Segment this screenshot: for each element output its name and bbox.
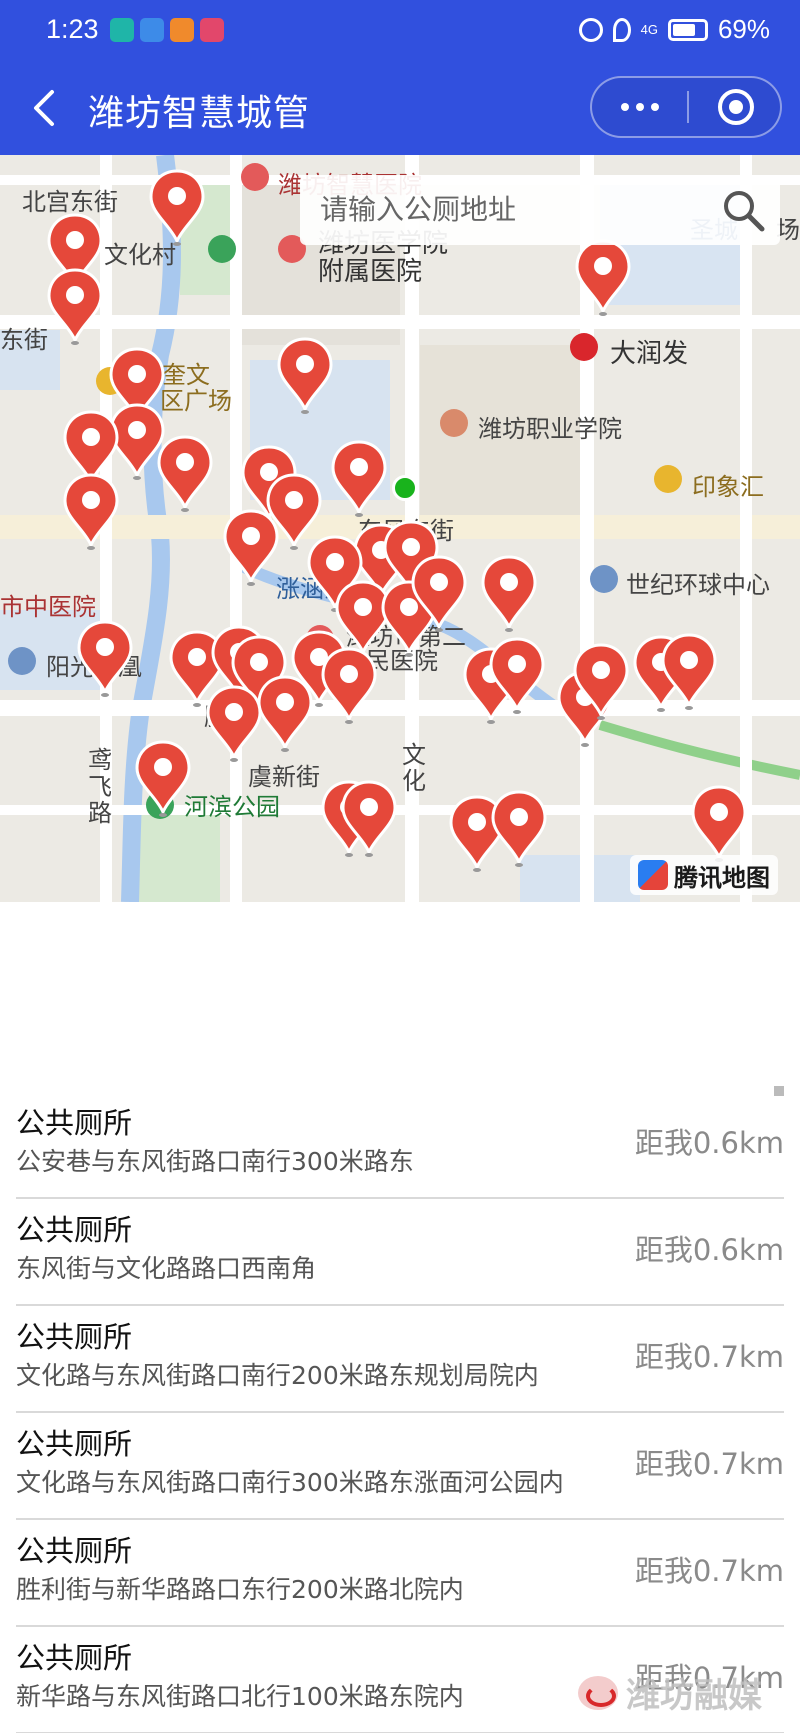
map-label-zhiye: 潍坊职业学院: [478, 415, 622, 443]
map-label-yinxianghui: 印象汇: [692, 473, 764, 501]
toilet-name: 公共厕所: [16, 1534, 133, 1568]
darunfa-logo-icon: [570, 333, 598, 361]
map-label-beigong: 北宫东街: [22, 188, 118, 216]
miniprogram-capsule: [590, 76, 782, 138]
map-view[interactable]: 北宫东街 潍坊智慧医院 文化村 潍坊医学院 附属医院 东街 圣城 场 鸢奎文 区…: [0, 155, 800, 902]
map-label-guangchang: 区广场: [160, 387, 232, 415]
toilet-pin-icon[interactable]: [205, 685, 263, 763]
toilet-pin-icon[interactable]: [490, 790, 548, 868]
toilet-address: 文化路与东风街路口南行200米路东规划局院内: [16, 1361, 539, 1390]
toilet-pin-icon[interactable]: [330, 440, 388, 518]
search-input[interactable]: [320, 189, 700, 229]
toilet-name: 公共厕所: [16, 1320, 133, 1354]
video-app-icon: [170, 18, 194, 42]
map-label-wenhua-road-2: 化: [402, 767, 426, 795]
notification-icons: [110, 18, 224, 42]
toilet-name: 公共厕所: [16, 1106, 133, 1140]
school-poi-icon: [440, 409, 468, 437]
toilet-list-item[interactable]: 公共厕所东风街与文化路路口西南角 距我0.6km: [16, 1199, 784, 1306]
toilet-list-item[interactable]: 公共厕所胜利街与新华路路口东行200米路北院内 距我0.7km: [16, 1520, 784, 1627]
toilet-distance: 距我0.6km: [634, 1233, 784, 1267]
watermark-text: 潍坊融媒: [626, 1676, 762, 1716]
battery-percent: 69%: [717, 14, 770, 44]
mall-poi-icon: [654, 465, 682, 493]
toilet-name: 公共厕所: [16, 1427, 133, 1461]
location-icon: [612, 17, 631, 42]
status-time: 1:23: [46, 14, 99, 44]
top-bar: 1:23 4G 69% 潍坊智慧城管: [0, 0, 800, 155]
toilet-list-item[interactable]: 公共厕所公安巷与东风街路口南行300米路东 距我0.6km: [16, 1092, 784, 1199]
back-chevron-icon[interactable]: [26, 84, 66, 132]
toilet-pin-icon[interactable]: [410, 555, 468, 633]
map-attribution: 腾讯地图: [630, 855, 778, 895]
toilet-name: 公共厕所: [16, 1641, 133, 1675]
status-indicators: 4G 69%: [578, 14, 770, 45]
tencent-map-logo-icon: [638, 860, 668, 890]
toilet-list-item[interactable]: 公共厕所文化路与东风街路口南行200米路东规划局院内 距我0.7km: [16, 1306, 784, 1413]
watermark-logo-icon: [578, 1675, 618, 1710]
toilet-address: 胜利街与新华路路口东行200米路北院内: [16, 1575, 464, 1604]
toilet-list: 公共厕所 公安巷与东风街路口南行300米路东 距我0.6km 公共厕所 东风街与文化路路…: [16, 1092, 784, 1733]
map-label-zhongyiyuan: 市中医院: [0, 593, 96, 621]
network-indicator: 4G: [640, 21, 658, 37]
browser-app-icon: [140, 18, 164, 42]
map-label-shiji: 世纪环球中心: [626, 571, 770, 599]
toilet-pin-icon[interactable]: [222, 509, 280, 587]
home-app-icon: [110, 18, 134, 42]
toilet-address: 新华路与东风街路口北行100米路东院内: [16, 1682, 464, 1711]
book-app-icon: [200, 18, 224, 42]
more-menu-button[interactable]: [592, 78, 687, 136]
hospital-poi-icon: [241, 163, 269, 191]
toilet-address: 文化路与东风街路口南行300米路东涨面河公园内: [16, 1468, 564, 1497]
app-header: 潍坊智慧城管: [0, 62, 800, 155]
park-poi-icon: [208, 235, 236, 263]
building-poi-icon: [8, 647, 36, 675]
toilet-address: 公安巷与东风街路口南行300米路东: [16, 1147, 414, 1176]
toilet-distance: 距我0.7km: [634, 1340, 784, 1374]
toilet-pin-icon[interactable]: [572, 643, 630, 721]
toilet-pin-icon[interactable]: [660, 633, 718, 711]
map-label-darunfa: 大润发: [610, 339, 689, 369]
toilet-pin-icon[interactable]: [574, 239, 632, 317]
toilet-pin-icon[interactable]: [156, 435, 214, 513]
building-poi-icon: [590, 565, 618, 593]
current-location-dot: [392, 475, 418, 501]
toilet-pin-icon[interactable]: [320, 647, 378, 725]
toilet-address: 东风街与文化路路口西南角: [16, 1254, 317, 1283]
toilet-pin-icon[interactable]: [148, 169, 206, 247]
toilet-pin-icon[interactable]: [340, 780, 398, 858]
map-attribution-label: 腾讯地图: [674, 863, 770, 892]
battery-icon: [667, 18, 708, 41]
search-bar: [300, 175, 780, 245]
toilet-distance: 距我0.7km: [634, 1447, 784, 1481]
capsule-divider: [687, 91, 689, 123]
toilet-pin-icon[interactable]: [488, 637, 546, 715]
search-icon[interactable]: [720, 187, 766, 233]
toilet-pin-icon[interactable]: [256, 675, 314, 753]
toilet-list-item[interactable]: 公共厕所文化路与东风街路口南行300米路东涨面河公园内 距我0.7km: [16, 1413, 784, 1520]
toilet-pin-icon[interactable]: [480, 555, 538, 633]
toilet-pin-icon[interactable]: [276, 337, 334, 415]
toilet-distance: 距我0.7km: [634, 1554, 784, 1588]
map-label-dongjie: 东街: [0, 326, 48, 354]
close-miniprogram-button[interactable]: [718, 89, 754, 125]
toilet-name: 公共厕所: [16, 1213, 133, 1247]
map-label-fushuyiyuan: 附属医院: [318, 257, 423, 287]
map-label-hebin: 河滨公园: [184, 793, 280, 821]
toilet-pin-icon[interactable]: [62, 473, 120, 551]
map-label-yuanfei-3: 路: [88, 799, 112, 827]
page-title: 潍坊智慧城管: [88, 93, 311, 134]
status-bar: 1:23 4G 69%: [0, 0, 800, 62]
watermark: 潍坊融媒: [578, 1668, 762, 1717]
alarm-icon: [578, 17, 603, 42]
toilet-pin-icon[interactable]: [76, 620, 134, 698]
toilet-distance: 距我0.6km: [634, 1126, 784, 1160]
toilet-pin-icon[interactable]: [690, 785, 748, 863]
toilet-pin-icon[interactable]: [46, 268, 104, 346]
toilet-pin-icon[interactable]: [134, 740, 192, 818]
